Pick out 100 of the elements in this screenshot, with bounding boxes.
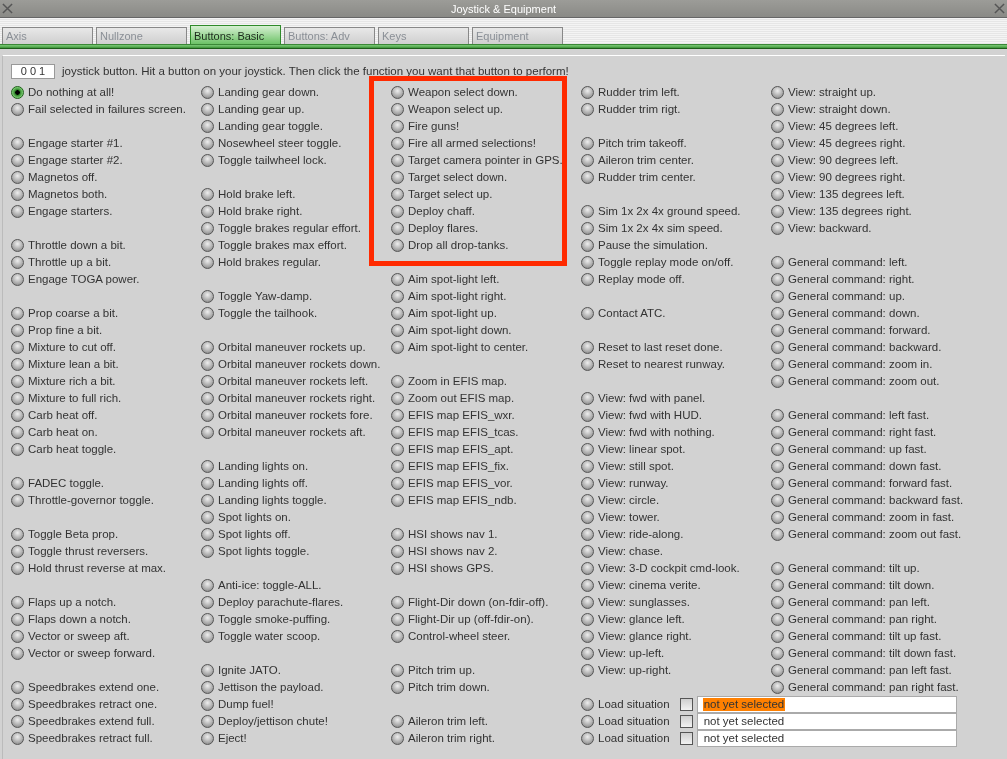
option-label[interactable]: General command: pan right fast. [788,680,959,695]
radio-button[interactable] [11,154,24,167]
radio-button[interactable] [391,613,404,626]
option-label[interactable]: Rudder trim left. [598,85,680,100]
radio-button[interactable] [391,188,404,201]
radio-button[interactable] [201,358,214,371]
option-label[interactable]: View: still spot. [598,459,674,474]
radio-button[interactable] [581,613,594,626]
option-label[interactable]: View: circle. [598,493,660,508]
option-label[interactable]: Toggle smoke-puffing. [218,612,331,627]
radio-button[interactable] [201,664,214,677]
option-label[interactable]: View: fwd with panel. [598,391,706,406]
option-label[interactable]: General command: left fast. [788,408,930,423]
option-label[interactable]: Mixture rich a bit. [28,374,116,389]
radio-button[interactable] [771,647,784,660]
radio-button[interactable] [391,562,404,575]
radio-button[interactable] [201,256,214,269]
radio-button[interactable] [581,392,594,405]
radio-button[interactable] [11,630,24,643]
radio-button[interactable] [581,358,594,371]
option-label[interactable]: General command: up fast. [788,442,927,457]
radio-button[interactable] [771,205,784,218]
radio-button[interactable] [771,511,784,524]
option-label[interactable]: Carb heat on. [28,425,98,440]
option-label[interactable]: Toggle replay mode on/off. [598,255,734,270]
option-label[interactable]: General command: left. [788,255,908,270]
option-label[interactable]: Landing lights off. [218,476,308,491]
radio-button[interactable] [201,103,214,116]
radio-button[interactable] [11,188,24,201]
radio-button[interactable] [391,103,404,116]
option-label[interactable]: Landing gear up. [218,102,305,117]
option-label[interactable]: Aileron trim right. [408,731,495,746]
option-label[interactable]: Pitch trim up. [408,663,476,678]
radio-button[interactable] [581,205,594,218]
option-label[interactable]: General command: tilt up. [788,561,920,576]
radio-button[interactable] [771,562,784,575]
option-label[interactable]: View: backward. [788,221,872,236]
radio-button[interactable] [581,664,594,677]
radio-button[interactable] [11,171,24,184]
radio-button[interactable] [201,477,214,490]
option-label[interactable]: View: fwd with nothing. [598,425,715,440]
option-label[interactable]: Throttle up a bit. [28,255,112,270]
radio-button[interactable] [201,86,214,99]
option-label[interactable]: General command: zoom out fast. [788,527,962,542]
radio-button[interactable] [581,562,594,575]
radio-button[interactable] [11,273,24,286]
radio-button[interactable] [391,273,404,286]
tab[interactable]: Buttons: Basic [190,25,281,44]
option-label[interactable]: View: up-right. [598,663,672,678]
radio-button[interactable] [771,188,784,201]
radio-button[interactable] [771,426,784,439]
radio-button[interactable] [771,477,784,490]
option-label[interactable]: Sim 1x 2x 4x sim speed. [598,221,723,236]
radio-button[interactable] [771,358,784,371]
option-label[interactable]: Flight-Dir up (off-fdir-on). [408,612,534,627]
option-label[interactable]: Do nothing at all! [28,85,115,100]
radio-button[interactable] [11,205,24,218]
radio-button[interactable] [391,528,404,541]
option-label[interactable]: Aileron trim center. [598,153,694,168]
radio-button[interactable] [201,698,214,711]
radio-button[interactable] [581,222,594,235]
option-label[interactable]: Rudder trim rigt. [598,102,681,117]
option-label[interactable]: General command: backward fast. [788,493,964,508]
radio-button[interactable] [771,528,784,541]
radio-button[interactable] [391,596,404,609]
radio-button[interactable] [771,120,784,133]
radio-button[interactable] [201,222,214,235]
radio-button[interactable] [581,103,594,116]
option-label[interactable]: General command: backward. [788,340,942,355]
option-label[interactable]: General command: pan left fast. [788,663,952,678]
option-label[interactable]: Orbital maneuver rockets right. [218,391,376,406]
option-label[interactable]: General command: zoom in fast. [788,510,955,525]
radio-button[interactable] [11,732,24,745]
option-label[interactable]: View: up-left. [598,646,665,661]
option-label[interactable]: Landing lights toggle. [218,493,327,508]
radio-button[interactable] [581,341,594,354]
radio-button[interactable] [391,154,404,167]
option-label[interactable]: Drop all drop-tanks. [408,238,509,253]
option-label[interactable]: Fire all armed selections! [408,136,536,151]
radio-button[interactable] [201,613,214,626]
option-label[interactable]: Engage starter #2. [28,153,123,168]
radio-button[interactable] [581,460,594,473]
option-label[interactable]: Weapon select up. [408,102,504,117]
option-label[interactable]: View: 135 degrees left. [788,187,905,202]
option-label[interactable]: View: straight down. [788,102,891,117]
option-label[interactable]: Weapon select down. [408,85,518,100]
radio-button[interactable] [581,256,594,269]
option-label[interactable]: Replay mode off. [598,272,685,287]
option-label[interactable]: Pitch trim down. [408,680,490,695]
option-label[interactable]: Nosewheel steer toggle. [218,136,342,151]
option-label[interactable]: Aim spot-light up. [408,306,497,321]
radio-button[interactable] [391,460,404,473]
option-label[interactable]: Speedbrakes retract full. [28,731,153,746]
option-label[interactable]: View: glance right. [598,629,692,644]
radio-button[interactable] [581,443,594,456]
option-label[interactable]: Mixture lean a bit. [28,357,119,372]
option-label[interactable]: View: cinema verite. [598,578,701,593]
option-label[interactable]: Deploy flares. [408,221,479,236]
radio-button[interactable] [11,562,24,575]
option-label[interactable]: Prop coarse a bit. [28,306,119,321]
